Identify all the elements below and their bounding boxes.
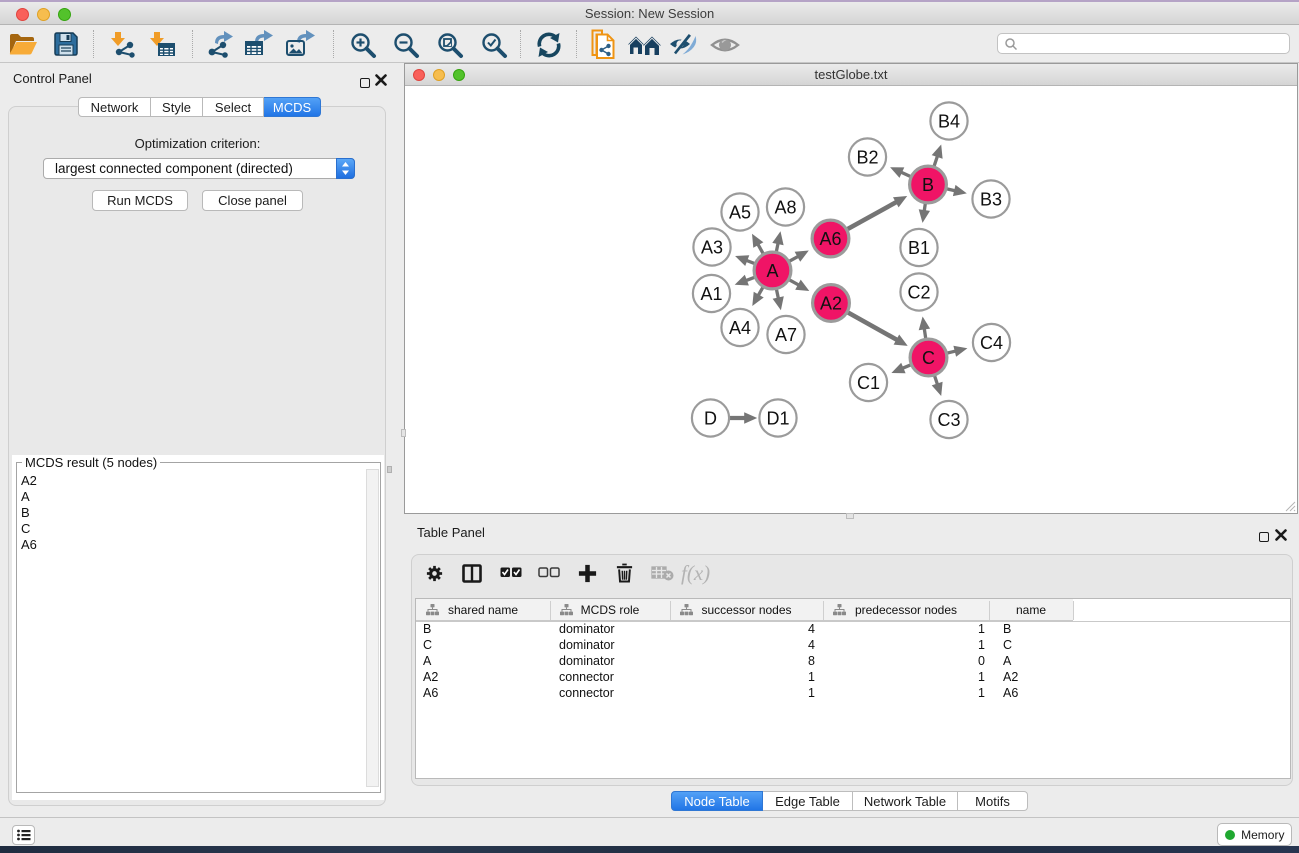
svg-text:A8: A8 <box>774 198 796 218</box>
svg-text:B2: B2 <box>856 148 878 168</box>
svg-text:D1: D1 <box>766 409 789 429</box>
svg-text:C1: C1 <box>857 373 880 393</box>
svg-text:D: D <box>704 409 717 429</box>
svg-text:C2: C2 <box>907 283 930 303</box>
svg-text:C3: C3 <box>937 410 960 430</box>
svg-text:A1: A1 <box>700 284 722 304</box>
svg-text:C: C <box>922 348 935 368</box>
svg-text:A4: A4 <box>729 318 751 338</box>
svg-text:A5: A5 <box>729 203 751 223</box>
svg-text:A2: A2 <box>820 294 842 314</box>
svg-text:A6: A6 <box>819 229 841 249</box>
svg-text:A7: A7 <box>775 325 797 345</box>
svg-text:B4: B4 <box>938 112 960 132</box>
svg-text:C4: C4 <box>980 333 1003 353</box>
svg-text:B3: B3 <box>980 190 1002 210</box>
svg-text:B: B <box>922 175 934 195</box>
svg-text:B1: B1 <box>908 238 930 258</box>
svg-text:A3: A3 <box>701 238 723 258</box>
svg-text:A: A <box>766 261 778 281</box>
